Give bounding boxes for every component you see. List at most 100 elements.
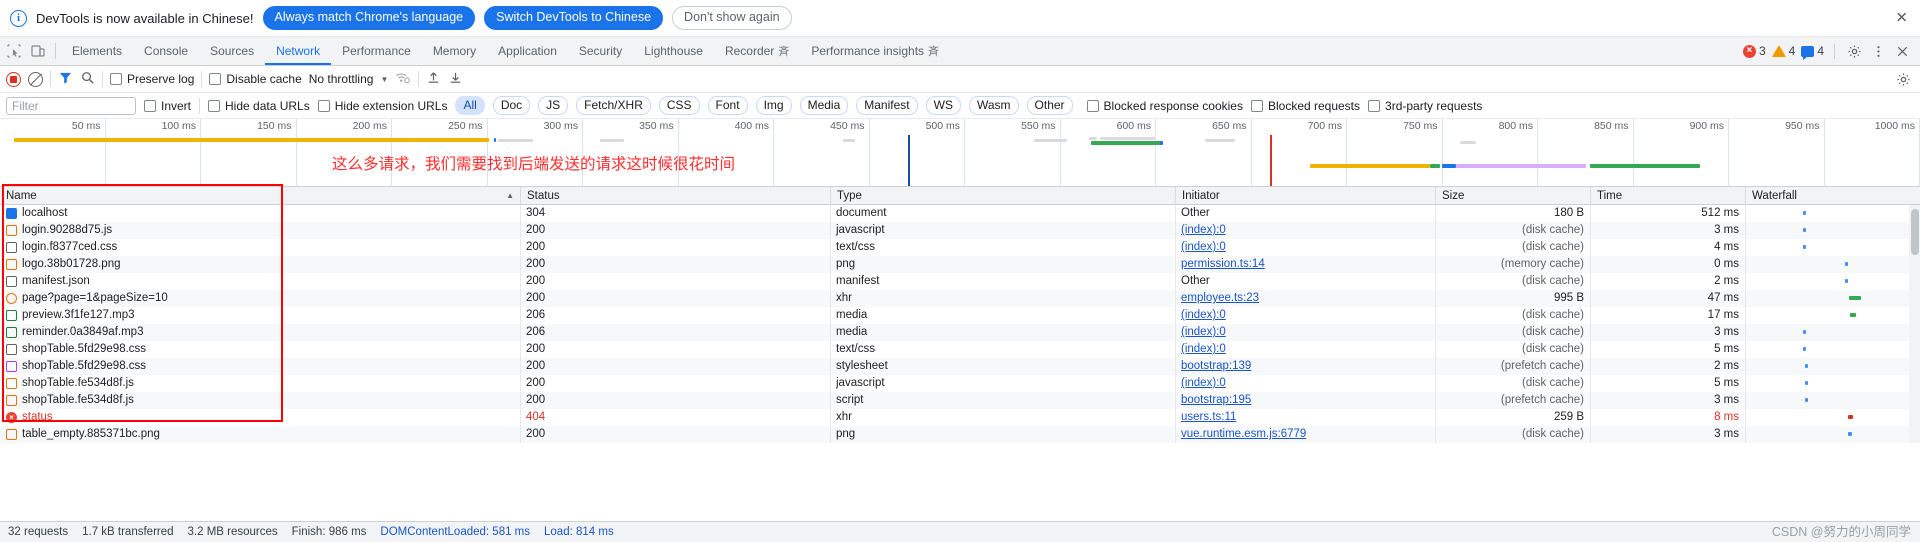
request-name-cell[interactable]: shopTable.5fd29e98.css (0, 358, 520, 375)
request-initiator-cell-label[interactable]: (index):0 (1181, 343, 1226, 355)
table-row[interactable]: logo.38b01728.png 200 png permission.ts:14 (… (0, 256, 1920, 273)
settings-gear-icon[interactable] (1894, 70, 1912, 88)
message-count-badge[interactable]: 4 (1801, 44, 1824, 60)
request-name-cell[interactable]: reminder.0a3849af.mp3 (0, 324, 520, 341)
column-header-initiator[interactable]: Initiator (1175, 186, 1435, 205)
request-name-cell[interactable]: shopTable.fe534d8f.js (0, 392, 520, 409)
always-match-language-button[interactable]: Always match Chrome's language (262, 6, 476, 30)
request-initiator-cell[interactable]: users.ts:11 (1175, 409, 1435, 426)
column-header-name[interactable]: Name ▲ (0, 187, 520, 205)
request-initiator-cell[interactable]: vue.runtime.esm.js:6779 (1175, 426, 1435, 443)
table-row[interactable]: × status 404 xhr users.ts:11 259 B 8 ms (0, 409, 1920, 426)
warning-count-badge[interactable]: 4 (1771, 44, 1795, 58)
record-stop-icon[interactable] (6, 71, 21, 87)
column-header-size[interactable]: Size (1435, 186, 1590, 205)
filter-type-manifest[interactable]: Manifest (856, 96, 918, 115)
error-count-badge[interactable]: × 3 (1742, 44, 1766, 58)
filter-type-doc[interactable]: Doc (492, 96, 531, 115)
export-har-icon[interactable] (448, 70, 463, 88)
table-row[interactable]: login.f8377ced.css 200 text/css (index):0 (d… (0, 239, 1920, 256)
dont-show-again-button[interactable]: Don't show again (672, 6, 792, 30)
scrollbar-thumb[interactable] (1911, 209, 1919, 255)
tab-elements[interactable]: Elements (61, 37, 133, 65)
invert-checkbox[interactable]: Invert (144, 99, 191, 113)
filter-type-fetch-xhr[interactable]: Fetch/XHR (576, 96, 651, 115)
search-icon[interactable] (80, 70, 95, 88)
filter-type-all[interactable]: All (455, 96, 485, 115)
tab-sources[interactable]: Sources (199, 37, 265, 65)
tab-application[interactable]: Application (487, 37, 568, 65)
disable-cache-checkbox[interactable]: Disable cache (209, 72, 302, 86)
request-initiator-cell[interactable]: permission.ts:14 (1175, 256, 1435, 273)
request-initiator-cell[interactable]: (index):0 (1175, 324, 1435, 341)
clear-icon[interactable] (28, 71, 43, 87)
table-row[interactable]: preview.3f1fe127.mp3 206 media (index):0 (di… (0, 307, 1920, 324)
table-row[interactable]: page?page=1&pageSize=10 200 xhr employee.ts… (0, 290, 1920, 307)
request-initiator-cell-label[interactable]: permission.ts:14 (1181, 258, 1265, 270)
request-name-cell[interactable]: logo.38b01728.png (0, 256, 520, 273)
request-name-cell[interactable]: preview.3f1fe127.mp3 (0, 307, 520, 324)
table-row[interactable]: shopTable.fe534d8f.js 200 script bootstrap:… (0, 392, 1920, 409)
tab-network[interactable]: Network (265, 37, 332, 65)
hide-data-urls-checkbox[interactable]: Hide data URLs (208, 99, 310, 113)
inspect-icon[interactable] (6, 43, 22, 59)
switch-devtools-to-chinese-button[interactable]: Switch DevTools to Chinese (484, 6, 664, 30)
request-initiator-cell[interactable]: bootstrap:139 (1175, 358, 1435, 375)
tab-recorder[interactable]: Recorder 斉 (714, 37, 800, 65)
network-overview-timeline[interactable]: 50 ms 100 ms 150 ms 200 ms 250 ms 300 ms 350 m… (0, 119, 1920, 187)
blocked-requests-checkbox[interactable]: Blocked requests (1250, 99, 1360, 113)
network-conditions-icon[interactable] (395, 71, 411, 88)
request-initiator-cell-label[interactable]: users.ts:11 (1181, 411, 1236, 423)
request-initiator-cell[interactable]: (index):0 (1175, 307, 1435, 324)
gear-icon[interactable] (1845, 42, 1863, 60)
request-initiator-cell[interactable]: (index):0 (1175, 375, 1435, 392)
table-row[interactable]: login.90288d75.js 200 javascript (index):0 (… (0, 222, 1920, 239)
close-icon[interactable]: ✕ (1895, 11, 1908, 26)
request-initiator-cell-label[interactable]: (index):0 (1181, 309, 1226, 321)
request-name-cell[interactable]: localhost (0, 205, 520, 222)
request-name-cell[interactable]: shopTable.5fd29e98.css (0, 341, 520, 358)
request-initiator-cell-label[interactable]: vue.runtime.esm.js:6779 (1181, 428, 1306, 440)
request-name-cell[interactable]: shopTable.fe534d8f.js (0, 375, 520, 392)
request-initiator-cell-label[interactable]: bootstrap:139 (1181, 360, 1251, 372)
network-request-list[interactable]: localhost 304 document Other 180 B 512 ms logi… (0, 205, 1920, 443)
kebab-menu-icon[interactable] (1869, 42, 1887, 60)
request-initiator-cell-label[interactable]: bootstrap:195 (1181, 394, 1251, 406)
request-initiator-cell[interactable]: (index):0 (1175, 222, 1435, 239)
vertical-scrollbar[interactable] (1909, 205, 1920, 443)
hide-extension-urls-checkbox[interactable]: Hide extension URLs (317, 99, 447, 113)
tab-performance-insights[interactable]: Performance insights 斉 (800, 37, 950, 65)
funnel-icon[interactable] (58, 70, 73, 88)
request-name-cell[interactable]: login.90288d75.js (0, 222, 520, 239)
device-toolbar-icon[interactable] (30, 43, 46, 59)
filter-input[interactable] (6, 96, 136, 115)
request-name-cell[interactable]: page?page=1&pageSize=10 (0, 290, 520, 307)
filter-type-img[interactable]: Img (755, 96, 792, 115)
request-initiator-cell-label[interactable]: employee.ts:23 (1181, 292, 1259, 304)
tab-security[interactable]: Security (568, 37, 633, 65)
tab-memory[interactable]: Memory (422, 37, 487, 65)
request-name-cell[interactable]: table_empty.885371bc.png (0, 426, 520, 443)
chevron-down-icon[interactable]: ▼ (380, 75, 388, 84)
column-header-time[interactable]: Time (1590, 186, 1745, 205)
table-row[interactable]: manifest.json 200 manifest Other (disk cache… (0, 273, 1920, 290)
filter-type-other[interactable]: Other (1026, 96, 1073, 115)
table-row[interactable]: localhost 304 document Other 180 B 512 ms (0, 205, 1920, 222)
filter-type-css[interactable]: CSS (658, 96, 700, 115)
import-har-icon[interactable] (426, 70, 441, 88)
filter-type-js[interactable]: JS (538, 96, 569, 115)
filter-type-media[interactable]: Media (799, 96, 849, 115)
request-initiator-cell[interactable]: bootstrap:195 (1175, 392, 1435, 409)
filter-type-ws[interactable]: WS (925, 96, 961, 115)
table-row[interactable]: reminder.0a3849af.mp3 206 media (index):0 (d… (0, 324, 1920, 341)
column-header-type[interactable]: Type (830, 186, 1175, 205)
request-initiator-cell-label[interactable]: (index):0 (1181, 326, 1226, 338)
tab-lighthouse[interactable]: Lighthouse (633, 37, 714, 65)
tab-console[interactable]: Console (133, 37, 199, 65)
third-party-requests-checkbox[interactable]: 3rd-party requests (1368, 99, 1482, 113)
request-initiator-cell[interactable]: (index):0 (1175, 239, 1435, 256)
close-icon[interactable] (1893, 42, 1911, 60)
request-initiator-cell[interactable]: (index):0 (1175, 341, 1435, 358)
request-initiator-cell-label[interactable]: (index):0 (1181, 224, 1226, 236)
throttling-select-value[interactable]: No throttling (309, 72, 374, 86)
